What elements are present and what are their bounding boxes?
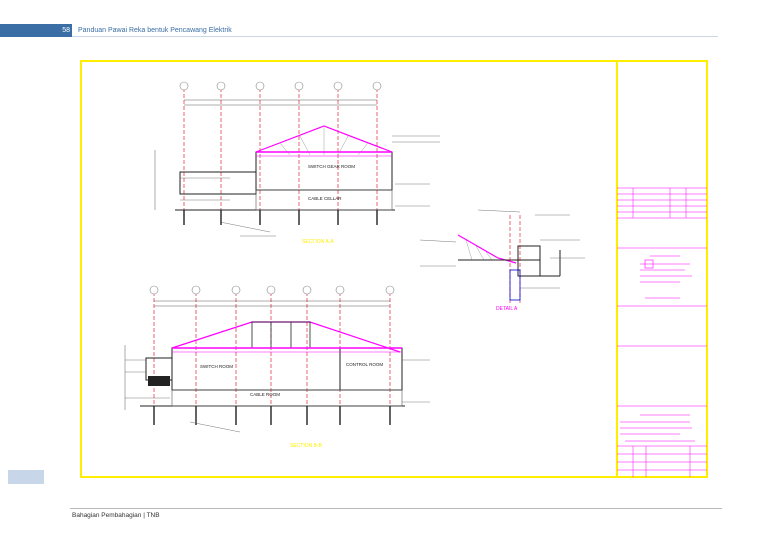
section-title: SECTION B-B (290, 443, 323, 449)
room-label: CABLE ROOM (250, 392, 280, 397)
drawing-border (80, 60, 708, 478)
page-number: 58 (62, 27, 70, 34)
page-header-title: Panduan Pawai Reka bentuk Pencawang Elek… (78, 27, 232, 34)
section-title: SECTION A-A (302, 239, 334, 245)
room-label: SWITCH ROOM (200, 364, 233, 369)
footer-text: Bahagian Pembahagian | TNB (72, 512, 160, 519)
detail-drawing: DETAIL A (419, 209, 585, 312)
section-top: SWITCH GEAR ROOM CABLE CELLAR SECTION A-… (154, 81, 440, 245)
title-block (617, 187, 707, 477)
header-rule (72, 36, 718, 37)
section-bottom: SWITCH ROOM CONTROL ROOM CABLE ROOM SECT… (124, 285, 430, 449)
room-label: CABLE CELLAR (308, 196, 342, 201)
side-tab (8, 470, 44, 484)
room-label: SWITCH GEAR ROOM (308, 164, 355, 169)
cad-drawing: SWITCH GEAR ROOM CABLE CELLAR SECTION A-… (80, 60, 708, 478)
room-label: CONTROL ROOM (346, 362, 383, 367)
footer-rule (70, 508, 722, 509)
detail-title: DETAIL A (496, 306, 518, 312)
